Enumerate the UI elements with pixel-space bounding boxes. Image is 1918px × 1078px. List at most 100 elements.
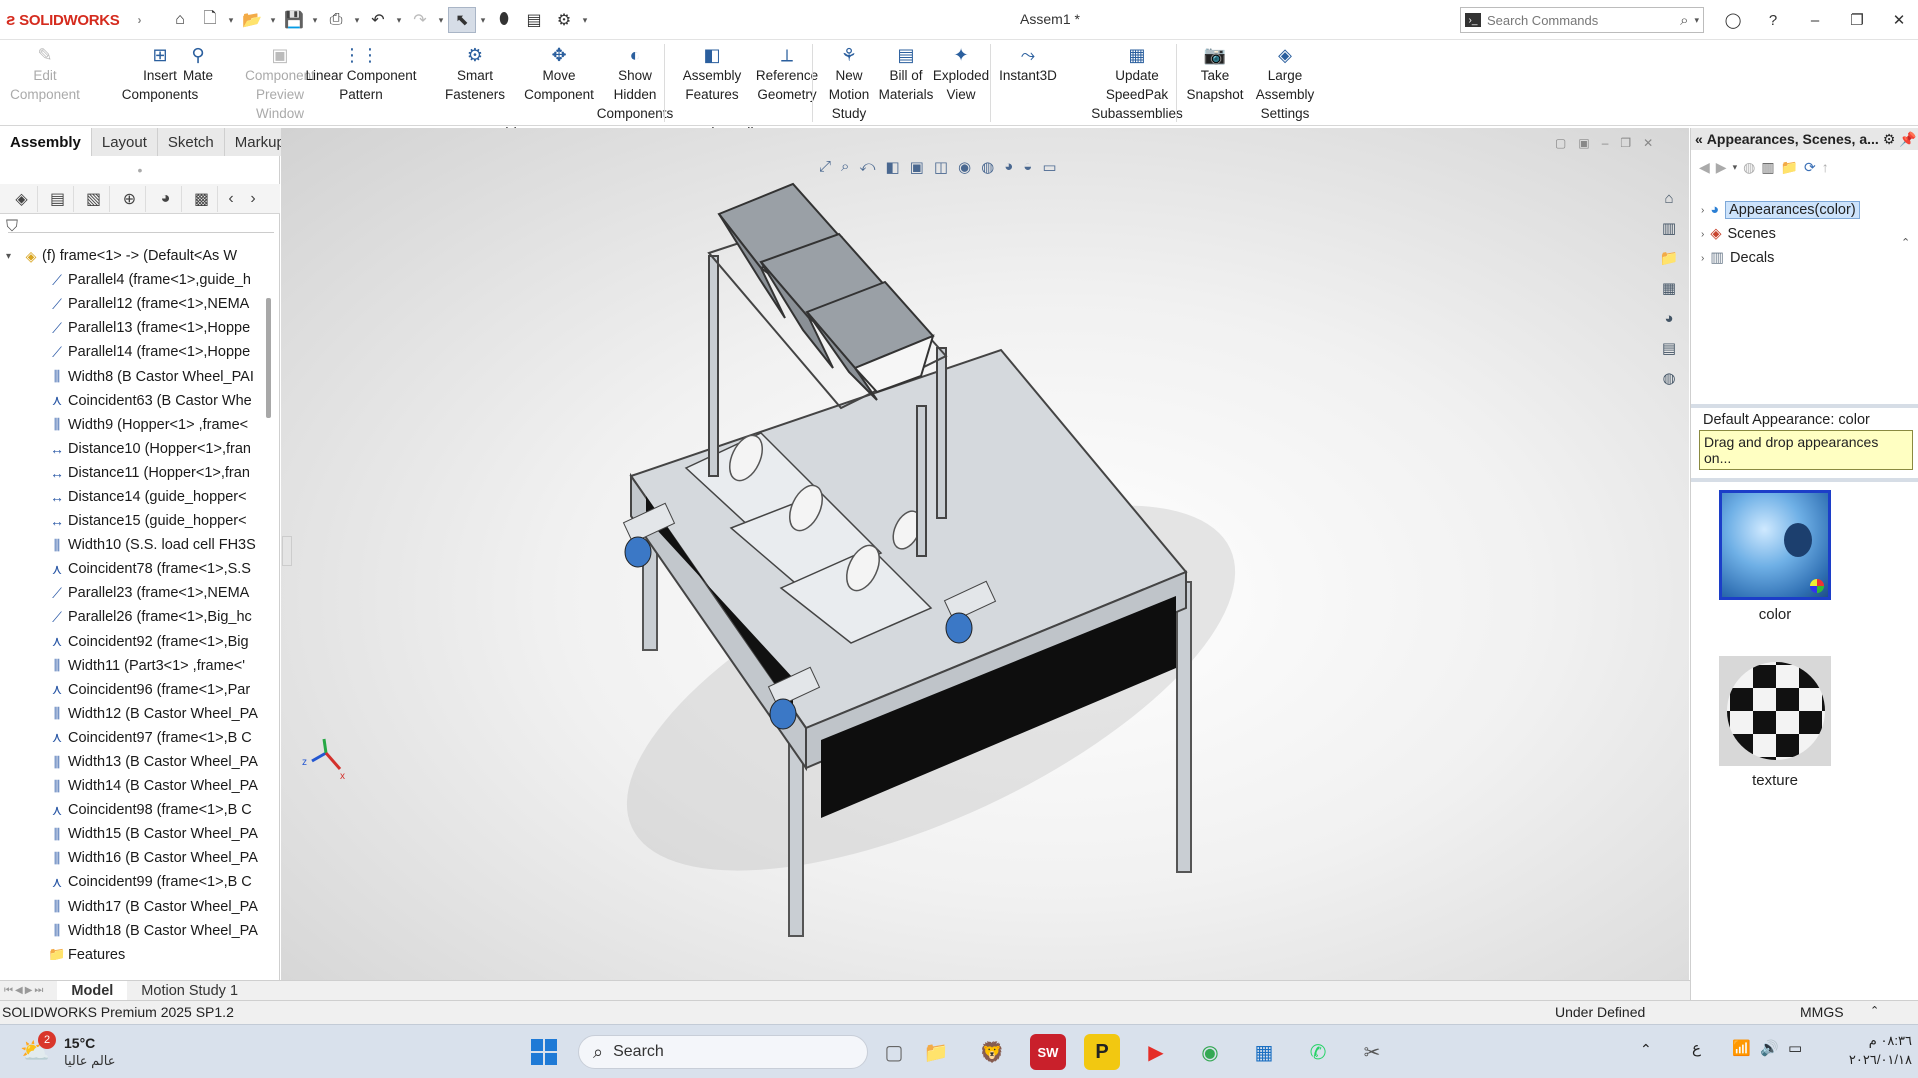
taskbar-search[interactable]: ⌕ Search [578,1035,868,1069]
tree-item[interactable]: ⟋ Parallel12 (frame<1>,NEMA [0,292,272,316]
appearances-icon[interactable]: ◕ [1655,306,1683,330]
chevron-down-icon[interactable]: ▾ [226,15,236,26]
filter-icon[interactable]: ⛉ [6,218,18,236]
chevron-right-icon[interactable]: › [1701,229,1704,240]
property-manager-icon[interactable]: ▤ [42,185,74,212]
graphics-viewport[interactable]: ⤢ ⌕ ⤺ ◧ ▣ ◫ ◉ ◍ ◕ ◒ ▭ ▢ ▣ – ❐ ✕ z x ⌂ ▥ … [281,128,1689,980]
ribbon-button-reference-geometry[interactable]: ⟂ Reference Geometry [748,44,826,104]
feature-manager-icon[interactable]: ◈ [6,185,38,212]
ribbon-button-exploded-view[interactable]: ✦ Exploded View [928,44,994,104]
options-gear-icon[interactable]: ⚙ [550,7,578,33]
cam-manager-icon[interactable]: ▩ [186,185,218,212]
chevron-right-icon[interactable]: › [1701,205,1704,216]
help-icon[interactable]: ? [1758,8,1788,32]
chevron-down-icon[interactable]: ▾ [6,251,20,262]
tree-item[interactable]: ⋏ Coincident63 (B Castor Whe [0,389,272,413]
tree-item[interactable]: ⫼ Width17 (B Castor Wheel_PA [0,895,272,919]
tree-item[interactable]: ⟋ Parallel14 (frame<1>,Hoppe [0,340,272,364]
add-to-library-icon[interactable]: ◍ [1743,159,1755,176]
view-palette-icon[interactable]: ▦ [1655,276,1683,300]
file-explorer-icon[interactable]: 📁 [918,1034,954,1070]
tree-root[interactable]: ▾ ◈ (f) frame<1> -> (Default<As W [0,244,272,268]
tab-layout[interactable]: Layout [91,128,158,156]
tree-item[interactable]: 📁 Features [0,943,272,960]
volume-icon[interactable]: 🔊 [1760,1039,1779,1057]
tree-item[interactable]: ↔ Distance10 (Hopper<1>,fran [0,437,272,461]
photos-icon[interactable]: ▦ [1246,1034,1282,1070]
rebuild-icon[interactable]: ⬮ [490,7,518,33]
open-folder-icon[interactable]: 📂 [238,7,266,33]
clock[interactable]: ٠٨:٣٦ م ٢٠٢٦/٠١/١٨ [1826,1031,1912,1069]
whatsapp-icon[interactable]: ✆ [1300,1034,1336,1070]
solidworks-taskbar-icon[interactable]: SW [1030,1034,1066,1070]
tab-model[interactable]: Model [57,980,128,1001]
solidworks-forum-icon[interactable]: ◍ [1655,366,1683,390]
redo-icon[interactable]: ↷ [406,7,434,33]
last-tab-icon[interactable]: ⏭ [34,985,43,996]
chevron-down-icon[interactable]: ▾ [352,15,362,26]
panel-collapse-dot[interactable]: • [0,156,280,184]
library-icon[interactable]: ▥ [1761,159,1774,176]
custom-properties-icon[interactable]: ▤ [1655,336,1683,360]
chevron-down-icon[interactable]: ▾ [580,15,590,26]
solidworks-logo[interactable]: ƨ SOLIDWORKS › [6,9,141,31]
appearance-thumbnail-color[interactable] [1719,490,1831,600]
close-icon[interactable]: ✕ [1884,8,1914,32]
user-account-icon[interactable]: ◯ [1718,8,1748,32]
restore-icon[interactable]: ❐ [1842,8,1872,32]
ribbon-button-fasteners[interactable]: ⚙ Smart Fasteners [445,44,505,104]
tree-item[interactable]: ⫼ Width18 (B Castor Wheel_PA [0,919,272,943]
previous-tab-icon[interactable]: ◀ [15,985,23,996]
select-arrow-icon[interactable]: ⬉ [448,7,476,33]
chevron-down-icon[interactable]: ▾ [310,15,320,26]
tree-item[interactable]: ⫼ Width15 (B Castor Wheel_PA [0,822,272,846]
next-tab-icon[interactable]: ▶ [25,985,33,996]
up-icon[interactable]: ↑ [1822,159,1829,175]
tree-item[interactable]: ⋏ Coincident78 (frame<1>,S.S [0,557,272,581]
chevron-up-icon[interactable]: ⌃ [1640,1041,1652,1058]
configuration-manager-icon[interactable]: ▧ [78,185,110,212]
tree-item[interactable]: ⫼ Width9 (Hopper<1> ,frame< [0,413,272,437]
home-icon[interactable]: ⌂ [166,7,194,33]
pane-splitter[interactable] [1691,478,1918,482]
tree-item[interactable]: ⟋ Parallel4 (frame<1>,guide_h [0,268,272,292]
ribbon-button-large-assembly[interactable]: ◈ Large Assembly Settings [1248,44,1322,123]
tree-item[interactable]: ⫼ Width12 (B Castor Wheel_PA [0,702,272,726]
tree-item[interactable]: ⫼ Width11 (Part3<1> ,frame<' [0,654,272,678]
chevron-right-icon[interactable]: › [244,186,262,212]
chevron-down-icon[interactable]: ▾ [1733,162,1738,173]
brave-browser-icon[interactable]: 🦁 [974,1034,1010,1070]
print-icon[interactable]: ⎙ [322,7,350,33]
chevron-left-icon[interactable]: ‹ [222,186,240,212]
minimize-icon[interactable]: – [1800,8,1830,32]
home-icon[interactable]: ⌂ [1655,186,1683,210]
tree-item[interactable]: ⫼ Width13 (B Castor Wheel_PA [0,750,272,774]
pane-splitter[interactable] [1691,404,1918,408]
undo-icon[interactable]: ↶ [364,7,392,33]
youtube-icon[interactable]: ▶ [1138,1034,1174,1070]
folder-icon[interactable]: 📁 [1781,159,1798,176]
chevron-down-icon[interactable]: ▾ [268,15,278,26]
chevron-up-icon[interactable]: ⌃ [1870,1004,1879,1017]
ribbon-button-snapshot[interactable]: 📷 Take Snapshot [1182,44,1248,104]
chevron-down-icon[interactable]: ▾ [478,15,488,26]
tree-item-appearances[interactable]: › ◕ Appearances(color) [1691,198,1918,222]
new-document-icon[interactable]: 🗋 [196,7,224,33]
ribbon-button-show-hidden[interactable]: ◐ Show Hidden Components [590,44,680,123]
tree-item-scenes[interactable]: › ◈ Scenes [1691,222,1918,246]
tab-motion-study-1[interactable]: Motion Study 1 [127,981,252,1001]
tree-item[interactable]: ⋏ Coincident99 (frame<1>,B C [0,870,272,894]
display-manager-icon[interactable]: ◕ [150,185,182,212]
tree-item[interactable]: ⋏ Coincident97 (frame<1>,B C [0,726,272,750]
windows-start-icon[interactable] [526,1034,562,1070]
ribbon-button-edit-component[interactable]: ✎ Edit Component [10,44,80,104]
chrome-icon[interactable]: ◉ [1192,1034,1228,1070]
tree-item-decals[interactable]: › ▥ Decals [1691,246,1918,270]
chevron-down-icon[interactable]: ▾ [1694,15,1699,26]
chevron-up-icon[interactable]: ⌃ [1901,236,1910,249]
file-properties-icon[interactable]: ▤ [520,7,548,33]
tree-item[interactable]: ⫼ Width14 (B Castor Wheel_PA [0,774,272,798]
tree-scrollbar[interactable] [266,298,271,418]
options-gear-icon[interactable]: ⚙ [1883,131,1896,148]
tree-item[interactable]: ⟋ Parallel26 (frame<1>,Big_hc [0,605,272,629]
